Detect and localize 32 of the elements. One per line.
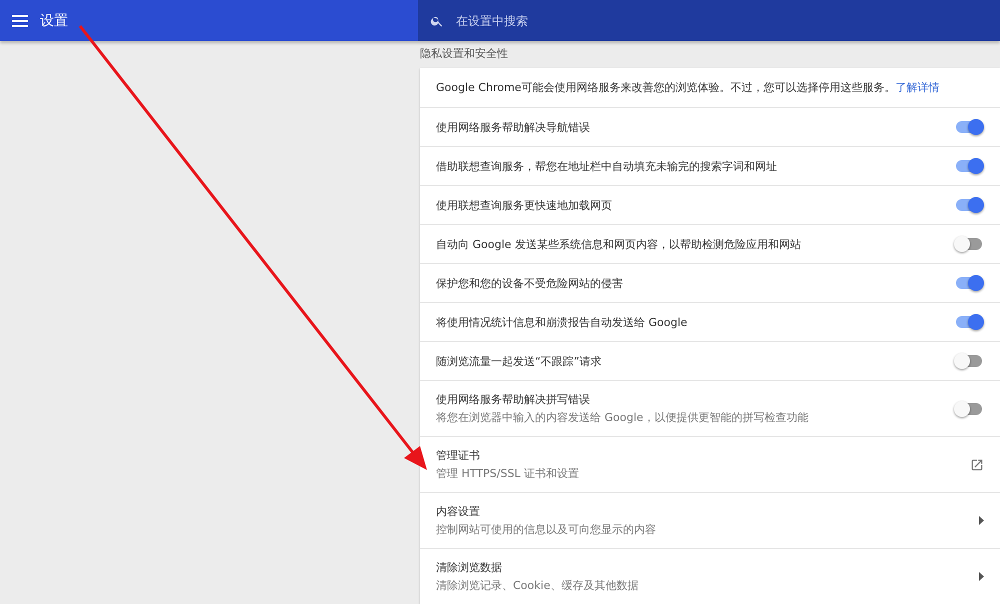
- page-title: 设置: [40, 12, 68, 30]
- caret-icon[interactable]: [978, 572, 984, 581]
- setting-label: 内容设置: [436, 504, 481, 519]
- menu-icon[interactable]: [12, 14, 28, 26]
- search-field[interactable]: 在设置中搜索: [456, 14, 756, 28]
- toggle-switch[interactable]: [954, 236, 984, 252]
- setting-label: 使用网络服务帮助解决导航错误: [436, 120, 591, 134]
- toggle-switch[interactable]: [954, 158, 984, 174]
- external-link-icon[interactable]: [970, 458, 984, 472]
- setting-label: 清除浏览数据: [436, 560, 503, 575]
- setting-label: 使用联想查询服务更快速地加载网页: [436, 198, 613, 212]
- toggle-switch[interactable]: [954, 400, 984, 416]
- setting-label: 使用网络服务帮助解决拼写错误: [436, 392, 591, 407]
- toggle-switch[interactable]: [954, 275, 984, 291]
- setting-label: 将使用情况统计信息和崩溃报告自动发送给 Google: [436, 314, 688, 330]
- info-text: Google Chrome可能会使用网络服务来改善您的浏览体验。不过，您可以选择停用这些服务。了解详情: [436, 80, 940, 95]
- setting-description: 将您在浏览器中输入的内容发送给 Google，以便提供更智能的拼写检查功能: [436, 410, 810, 425]
- section-title: 隐私设置和安全性: [420, 47, 508, 60]
- setting-description: 控制网站可使用的信息以及可向您显示的内容: [436, 522, 657, 537]
- toggle-switch[interactable]: [954, 119, 984, 135]
- setting-label: 保护您和您的设备不受危险网站的侵害: [436, 276, 624, 290]
- setting-description: 管理 HTTPS/SSL 证书和设置: [436, 466, 580, 481]
- learn-more-link[interactable]: 了解详情: [895, 81, 940, 94]
- caret-icon[interactable]: [978, 516, 984, 525]
- setting-label: 随浏览流量一起发送“不跟踪”请求: [436, 354, 602, 368]
- setting-label: 管理证书: [436, 448, 481, 463]
- setting-description: 清除浏览记录、Cookie、缓存及其他数据: [436, 578, 640, 593]
- toggle-switch[interactable]: [954, 197, 984, 213]
- toggle-switch[interactable]: [954, 353, 984, 369]
- toggle-switch[interactable]: [954, 314, 984, 330]
- setting-label: 借助联想查询服务，帮您在地址栏中自动填充未输完的搜索字词和网址: [436, 158, 778, 174]
- setting-label: 自动向 Google 发送某些系统信息和网页内容，以帮助检测危险应用和网站: [436, 236, 802, 252]
